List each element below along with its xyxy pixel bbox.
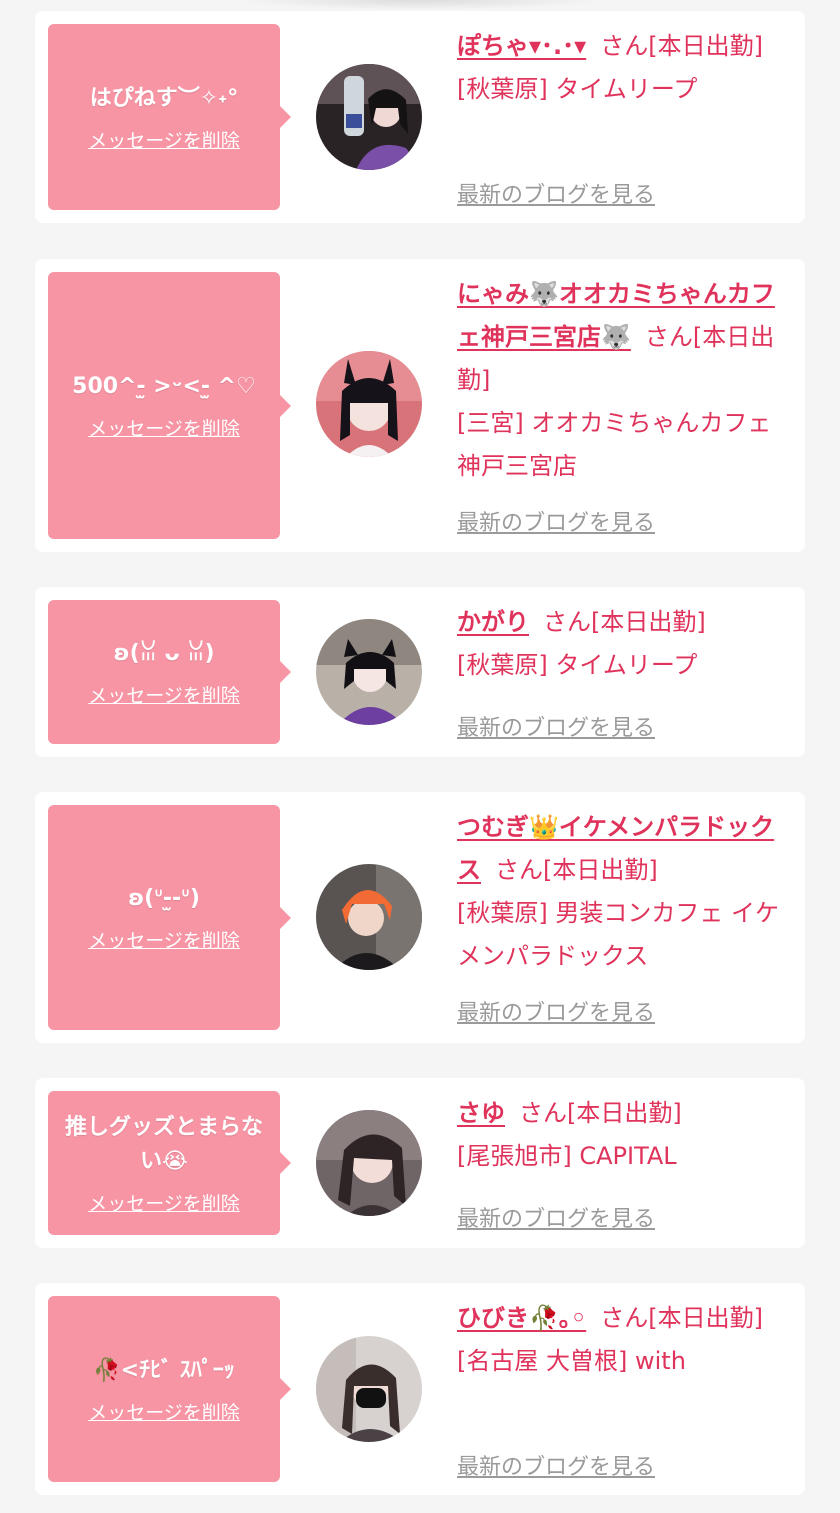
delete-message-link[interactable]: メッセージを削除: [88, 1398, 240, 1425]
cast-name-link[interactable]: ぽちゃ▾･.･▾: [457, 32, 586, 60]
cast-info: にゃみ🐺オオカミちゃんカフェ神戸三宮店🐺 さん[本日出勤] [三宮] オオカミちゃ…: [457, 273, 789, 488]
delete-message-link[interactable]: メッセージを削除: [88, 126, 240, 153]
message-card: 500^-̫ >ᵕ<-̫ ^♡ メッセージを削除 にゃみ🐺オオカミちゃんカフェ神…: [35, 259, 805, 552]
message-bubble: 500^-̫ >ᵕ<-̫ ^♡ メッセージを削除: [48, 272, 291, 539]
delete-message-link[interactable]: メッセージを削除: [88, 681, 240, 708]
status-text: [本日出勤]: [543, 856, 658, 884]
delete-message-link[interactable]: メッセージを削除: [88, 926, 240, 953]
delete-message-link[interactable]: メッセージを削除: [88, 1189, 240, 1216]
message-card: はぴねす︶✧˖° メッセージを削除 ぽちゃ▾･.･▾ さん[本日出勤] [秋葉原]…: [35, 11, 805, 223]
latest-blog-link[interactable]: 最新のブログを見る: [457, 995, 655, 1027]
honorific: さん: [600, 32, 649, 60]
delete-message-link[interactable]: メッセージを削除: [88, 414, 240, 441]
message-bubble: はぴねす︶✧˖° メッセージを削除: [48, 24, 291, 210]
top-shadow: [235, 0, 605, 10]
status-text: [本日出勤]: [648, 32, 763, 60]
latest-blog-link[interactable]: 最新のブログを見る: [457, 1201, 655, 1233]
location-text: [尾張旭市] CAPITAL: [457, 1142, 677, 1170]
honorific: さん: [600, 1304, 649, 1332]
status-text: [本日出勤]: [591, 608, 706, 636]
avatar[interactable]: [316, 864, 422, 970]
cast-info: ぽちゃ▾･.･▾ さん[本日出勤] [秋葉原] タイムリープ: [457, 25, 789, 111]
latest-blog-link[interactable]: 最新のブログを見る: [457, 177, 655, 209]
message-card: ʚ(ꈍ ᴗ ꈍ) メッセージを削除 かがり さん[本日出勤] [秋葉原] タイムリ…: [35, 587, 805, 757]
cast-info: ひびき🥀｡◦ さん[本日出勤] [名古屋 大曽根] with: [457, 1297, 789, 1383]
cast-info: かがり さん[本日出勤] [秋葉原] タイムリープ: [457, 601, 789, 687]
honorific: さん: [644, 323, 693, 351]
status-text: [本日出勤]: [567, 1099, 682, 1127]
message-bubble: 🥀<ﾁﾋﾞ ｽﾊﾟｰｯ メッセージを削除: [48, 1296, 291, 1482]
message-text: はぴねす︶✧˖°: [89, 85, 239, 111]
avatar[interactable]: [316, 1110, 422, 1216]
avatar[interactable]: [316, 1336, 422, 1442]
message-card: 🥀<ﾁﾋﾞ ｽﾊﾟｰｯ メッセージを削除 ひびき🥀｡◦ さん[本日出勤] [名古屋…: [35, 1283, 805, 1495]
cast-info: さゆ さん[本日出勤] [尾張旭市] CAPITAL: [457, 1092, 789, 1178]
message-bubble: ʚ(ꈍ ᴗ ꈍ) メッセージを削除: [48, 600, 291, 744]
avatar[interactable]: [316, 619, 422, 725]
latest-blog-link[interactable]: 最新のブログを見る: [457, 505, 655, 537]
message-text: ʚ(ꈍ ᴗ ꈍ): [113, 640, 215, 666]
cast-info: つむぎ👑イケメンパラドックス さん[本日出勤] [秋葉原] 男装コンカフェ イケメ…: [457, 806, 789, 978]
status-text: [本日出勤]: [648, 1304, 763, 1332]
location-text: [秋葉原] タイムリープ: [457, 651, 698, 679]
location-text: [名古屋 大曽根] with: [457, 1347, 686, 1375]
location-text: [秋葉原] 男装コンカフェ イケメンパラドックス: [457, 899, 779, 970]
honorific: さん: [495, 856, 543, 884]
message-bubble: ʚ(ᐡ-̫-ᐡ) メッセージを削除: [48, 805, 291, 1030]
message-bubble: 推しグッズとまらない😭 メッセージを削除: [48, 1091, 291, 1235]
honorific: さん: [543, 608, 591, 636]
location-text: [三宮] オオカミちゃんカフェ神戸三宮店: [457, 409, 772, 480]
message-card: 推しグッズとまらない😭 メッセージを削除 さゆ さん[本日出勤] [尾張旭市] C…: [35, 1078, 805, 1248]
avatar[interactable]: [316, 64, 422, 170]
location-text: [秋葉原] タイムリープ: [457, 75, 698, 103]
message-text: ʚ(ᐡ-̫-ᐡ): [128, 886, 200, 911]
cast-name-link[interactable]: さゆ: [457, 1099, 505, 1127]
cast-name-link[interactable]: かがり: [457, 608, 529, 636]
cast-name-link[interactable]: ひびき🥀｡◦: [457, 1304, 586, 1332]
message-text: 🥀<ﾁﾋﾞ ｽﾊﾟｰｯ: [93, 1357, 235, 1383]
message-text: 推しグッズとまらない😭: [64, 1114, 263, 1174]
honorific: さん: [519, 1099, 567, 1127]
message-text: 500^-̫ >ᵕ<-̫ ^♡: [72, 374, 256, 399]
latest-blog-link[interactable]: 最新のブログを見る: [457, 1449, 655, 1481]
message-card: ʚ(ᐡ-̫-ᐡ) メッセージを削除 つむぎ👑イケメンパラドックス さん[本日出勤]…: [35, 792, 805, 1043]
latest-blog-link[interactable]: 最新のブログを見る: [457, 710, 655, 742]
avatar[interactable]: [316, 351, 422, 457]
